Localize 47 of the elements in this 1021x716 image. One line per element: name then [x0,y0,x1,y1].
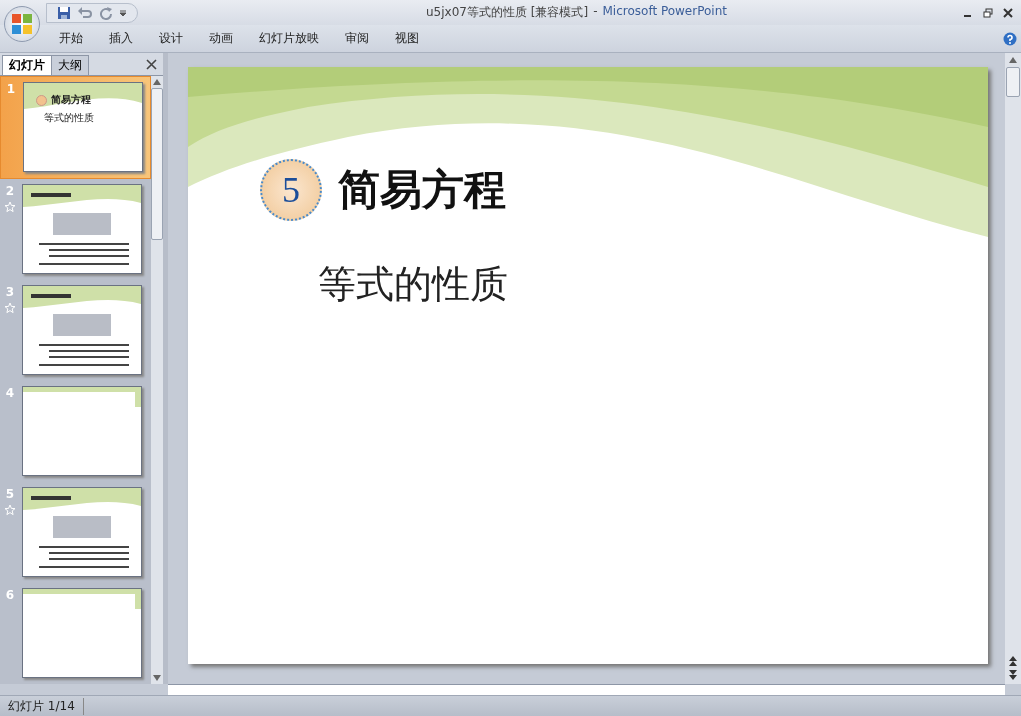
slide-thumbnail[interactable] [22,386,142,476]
ribbon-tab[interactable]: 开始 [46,27,96,50]
close-icon[interactable] [1003,7,1013,18]
panel-tab[interactable]: 大纲 [51,55,89,75]
slide-thumbnail[interactable]: 简易方程 等式的性质 [23,82,143,172]
slide-thumbnail[interactable] [22,588,142,678]
slide-number: 6 [5,588,15,602]
close-icon[interactable] [146,59,157,70]
scroll-down-icon[interactable] [153,675,161,681]
next-slide-icon[interactable] [1009,670,1017,680]
slide-title: 简易方程 [338,164,506,216]
customize-icon[interactable] [119,8,127,17]
slide-number: 4 [5,386,15,400]
help-icon[interactable] [1003,31,1017,46]
scroll-up-icon[interactable] [1009,57,1017,63]
save-icon[interactable] [57,5,71,20]
app-name: Microsoft PowerPoint [602,4,727,20]
scrollbar-thumb[interactable] [151,88,163,240]
ribbon-tab[interactable]: 动画 [196,27,246,50]
ribbon-tab[interactable]: 幻灯片放映 [246,27,332,50]
ribbon-tab[interactable]: 视图 [382,27,432,50]
ribbon-tab[interactable]: 设计 [146,27,196,50]
panel-tab[interactable]: 幻灯片 [2,55,52,75]
previous-slide-icon[interactable] [1009,656,1017,666]
slide-subtitle: 等式的性质 [317,261,509,308]
badge-icon [36,94,47,106]
slide-thumbnail[interactable] [22,487,142,577]
chapter-badge: 5 [260,159,322,221]
logo-icon [9,11,35,37]
ribbon-tab[interactable]: 审阅 [332,27,382,50]
slide-thumbnail[interactable] [22,184,142,274]
scroll-up-icon[interactable] [153,79,161,85]
slide-counter: 幻灯片 1/14 [0,697,84,715]
scrollbar-thumb[interactable] [1006,67,1020,97]
thumbnail-title: 简易方程 [51,93,91,107]
slide-thumbnail[interactable] [22,285,142,375]
ribbon-tab[interactable]: 插入 [96,27,146,50]
title-separator: - [593,4,598,20]
slide-thumbnail-row[interactable]: 1 简易方程 等式的性质 [0,76,151,179]
thumbnail-subtitle: 等式的性质 [43,111,95,125]
slide-number: 5 [5,487,15,501]
restore-icon[interactable] [983,7,993,18]
slide-number: 2 [5,184,15,198]
document-title: u5jx07等式的性质 [兼容模式] [426,4,589,21]
slide-number: 1 [6,82,16,96]
office-button[interactable] [4,6,40,42]
slide-number: 3 [5,285,15,299]
